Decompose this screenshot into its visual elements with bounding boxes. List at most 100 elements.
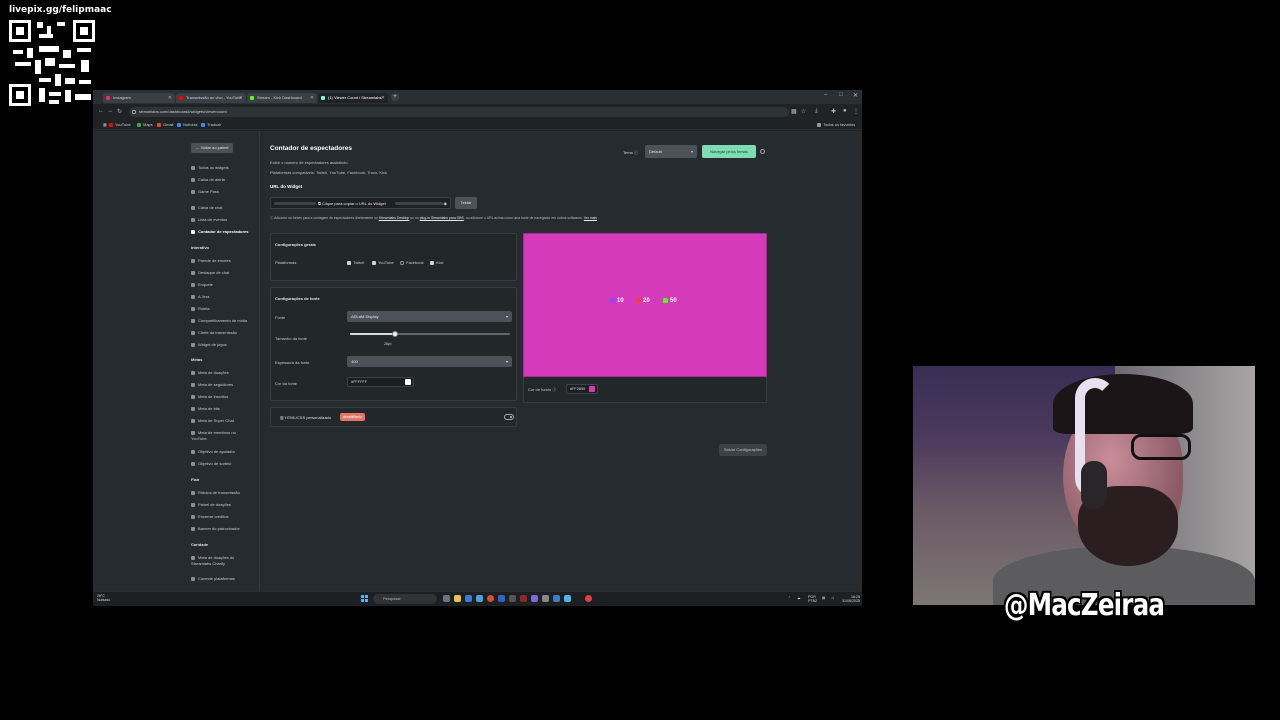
app-icon[interactable] xyxy=(542,595,549,602)
download-icon[interactable]: ⤓ xyxy=(815,108,818,115)
steam-icon[interactable] xyxy=(553,595,560,602)
copy-url-text[interactable]: ⧉ Clique para copiar o URL do Widget xyxy=(318,198,386,209)
sidebar-item-wheel[interactable]: Roleta xyxy=(191,306,210,312)
network-icon[interactable]: ▤ xyxy=(822,596,825,600)
star-icon[interactable]: ☆ xyxy=(801,108,806,115)
cloud-icon[interactable]: ☁ xyxy=(797,596,801,600)
save-settings-button[interactable]: Salvar Configurações xyxy=(719,444,767,456)
checkbox-checked[interactable] xyxy=(430,260,434,265)
font-color-input[interactable]: #FFFFFF xyxy=(347,377,414,387)
section-charity[interactable]: Caridade xyxy=(191,542,208,547)
discord-icon[interactable] xyxy=(531,595,538,602)
tab-kick[interactable]: Stream - Kick Dashboard ✕ xyxy=(247,93,317,103)
bookmark-news[interactable]: Notícias xyxy=(177,121,197,129)
menu-icon[interactable]: ⋮ xyxy=(853,108,859,115)
font-weight-select[interactable]: 400 xyxy=(347,356,512,367)
sidebar-item-superchat-goal[interactable]: Meta de Super Chat xyxy=(191,418,234,424)
font-select[interactable]: ADLaM Display xyxy=(347,311,512,322)
windows-start-icon[interactable] xyxy=(361,595,368,602)
sidebar-item-jar[interactable]: A Jera xyxy=(191,294,209,300)
checkbox-unchecked[interactable] xyxy=(400,260,404,265)
checkbox-youtube[interactable]: YouTube xyxy=(372,260,394,265)
checkbox-twitch[interactable]: Twitch xyxy=(347,260,364,265)
font-size-slider-handle[interactable] xyxy=(392,331,398,337)
new-tab-button[interactable]: + xyxy=(391,93,399,101)
sidebar-item-supporter-goal[interactable]: Objetivo de apoiador xyxy=(191,449,235,455)
obs-icon[interactable] xyxy=(520,595,527,602)
sidebar-item-connect-platforms[interactable]: Conecte plataformas xyxy=(191,576,235,582)
sidebar-item-poll[interactable]: Enquete xyxy=(191,282,213,288)
close-window-button[interactable]: ✕ xyxy=(853,92,858,99)
color-swatch[interactable] xyxy=(405,379,411,385)
close-icon[interactable]: ✕ xyxy=(310,93,314,103)
checkbox-kick[interactable]: Kick xyxy=(430,260,444,265)
url-bar[interactable]: streamlabs.com/dashboard#/widgets/viewer… xyxy=(129,107,789,117)
tab-youtube[interactable]: Transmissão ao vivo - YouTube ✕ xyxy=(176,93,246,103)
theme-select[interactable]: Default xyxy=(645,145,697,158)
bookmark-youtube[interactable]: YouTube xyxy=(109,121,131,129)
visibility-icon[interactable]: ◉ xyxy=(444,198,448,209)
color-swatch[interactable] xyxy=(589,386,595,392)
sidebar-item-emote-wall[interactable]: Parede de emotes xyxy=(191,258,231,264)
back-arrow-icon[interactable]: ← xyxy=(98,108,104,114)
desktop-link[interactable]: Streamlabs Desktop xyxy=(379,216,410,220)
section-goals[interactable]: Metas xyxy=(191,357,202,362)
back-to-dashboard-button[interactable]: ← Voltar ao painel xyxy=(191,143,233,153)
puzzle-icon[interactable]: ✚ xyxy=(831,108,836,115)
extension-icon[interactable]: ▦ xyxy=(791,108,797,115)
bg-color-input[interactable]: #FF2855 xyxy=(566,384,598,394)
maximize-button[interactable]: □ xyxy=(839,92,843,98)
sidebar-item-media-share[interactable]: Compartilhamento de mídia xyxy=(191,318,247,324)
close-icon[interactable]: ✕ xyxy=(168,93,172,103)
tab-streamlabs[interactable]: (1) Viewer Count / Streamlabs ✕ xyxy=(318,93,388,103)
chrome-icon[interactable] xyxy=(487,595,494,602)
sidebar-item-tip-jar[interactable]: Painel de doações xyxy=(191,502,231,508)
tab-instagram[interactable]: Instagram ✕ xyxy=(103,93,175,103)
sidebar-item-chat-highlight[interactable]: Destaque de chat xyxy=(191,270,229,276)
sidebar-item-alert-box[interactable]: Caixa de alerta xyxy=(191,177,225,183)
all-bookmarks[interactable]: Todos os favoritos xyxy=(817,121,855,129)
sidebar-item-game-pass[interactable]: Game Pass xyxy=(191,189,219,195)
forward-arrow-icon[interactable]: → xyxy=(107,108,113,114)
apps-icon[interactable]: ▦ xyxy=(97,121,107,129)
sidebar-item-bits-goal[interactable]: Meta de bits xyxy=(191,406,220,412)
app-icon[interactable] xyxy=(509,595,516,602)
test-button[interactable]: Testar xyxy=(455,197,477,209)
browse-themes-button[interactable]: Navegar pelos temas xyxy=(702,145,756,158)
custom-html-toggle[interactable] xyxy=(504,414,514,420)
reload-icon[interactable]: ↻ xyxy=(117,108,122,115)
app-icon[interactable] xyxy=(564,595,571,602)
sidebar-item-game-widget[interactable]: Widget de jogos xyxy=(191,342,227,348)
task-view-icon[interactable] xyxy=(443,595,450,602)
close-icon[interactable]: ✕ xyxy=(239,93,243,103)
sidebar-item-viewer-count[interactable]: Contador de espectadores xyxy=(191,229,248,235)
app-icon[interactable] xyxy=(498,595,505,602)
app-icon[interactable] xyxy=(585,595,592,602)
bookmark-translate[interactable]: Traduzir xyxy=(201,121,222,129)
sidebar-item-giveaway-goal[interactable]: Objetivo de sorteio xyxy=(191,461,231,467)
checkbox-checked[interactable] xyxy=(372,260,376,265)
sidebar-item-sponsor-banner[interactable]: Banner do patrocinador xyxy=(191,526,240,532)
checkbox-facebook[interactable]: Facebook xyxy=(400,260,424,265)
taskbar-search[interactable]: Pesquisar xyxy=(373,594,437,604)
section-interactive[interactable]: Interativo xyxy=(191,245,209,250)
sidebar-item-sub-goal[interactable]: Meta de inscritos xyxy=(191,394,228,400)
obs-plugin-link[interactable]: plug-in Streamlabs para OBS xyxy=(420,216,464,220)
tray-chevron-icon[interactable]: ⌃ xyxy=(788,596,791,600)
help-icon[interactable] xyxy=(760,149,765,154)
minimize-button[interactable]: – xyxy=(824,92,827,98)
weather-widget[interactable]: 26°C Nublado xyxy=(97,594,110,602)
close-icon[interactable]: ✕ xyxy=(381,93,385,103)
sidebar-item-follower-goal[interactable]: Meta de seguidores xyxy=(191,382,233,388)
section-flair[interactable]: Flair xyxy=(191,477,199,482)
profile-icon[interactable]: ● xyxy=(843,108,847,114)
bookmark-maps[interactable]: Maps xyxy=(137,121,153,129)
bookmark-gmail[interactable]: Gmail xyxy=(157,121,173,129)
edge-icon[interactable] xyxy=(476,595,483,602)
sidebar-item-donation-goal[interactable]: Meta de doações xyxy=(191,370,229,376)
widget-url-field[interactable]: ⧉ Clique para copiar o URL do Widget ◉ xyxy=(270,197,451,209)
sidebar-item-charity-goal[interactable]: Meta de doações do Streamlabs Charity xyxy=(191,555,247,567)
file-explorer-icon[interactable] xyxy=(454,595,461,602)
language-indicator[interactable]: POR PTB2 xyxy=(808,595,817,603)
sidebar-item-member-goal[interactable]: Meta de membros no YouTube xyxy=(191,430,247,442)
